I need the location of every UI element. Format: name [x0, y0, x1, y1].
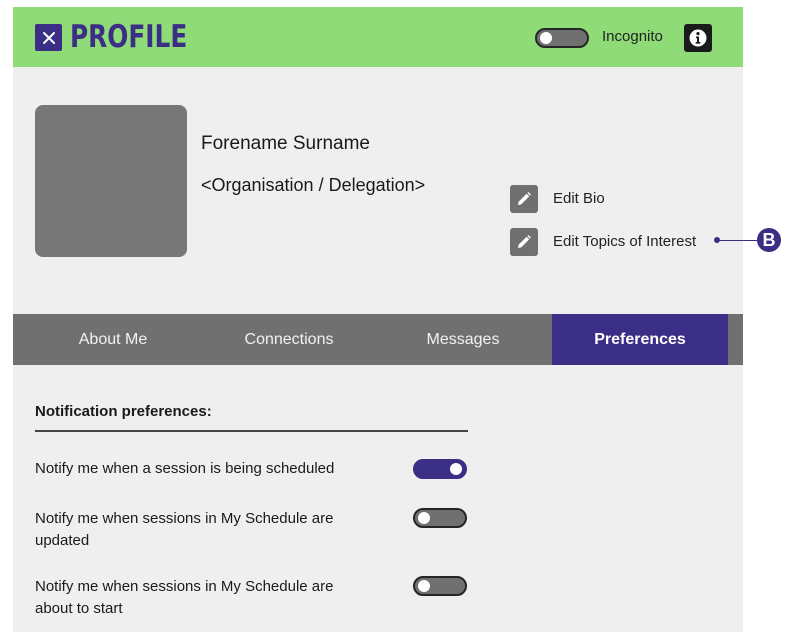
tab-preferences[interactable]: Preferences — [552, 314, 728, 365]
page-title: PROFILE — [70, 19, 188, 55]
profile-organisation: <Organisation / Delegation> — [201, 175, 426, 195]
tab-connections[interactable]: Connections — [189, 314, 389, 365]
incognito-label: Incognito — [602, 28, 663, 45]
pref-toggle-updated[interactable] — [413, 508, 467, 528]
pref-label-updated: Notify me when sessions in My Schedule a… — [35, 510, 334, 549]
profile-tabs: About Me Connections Messages Preference… — [13, 314, 743, 365]
avatar — [35, 105, 187, 257]
incognito-toggle[interactable] — [535, 28, 589, 48]
profile-header: PROFILE Incognito — [13, 7, 743, 67]
profile-panel: PROFILE Incognito Forename Surname <Orga… — [13, 7, 743, 632]
toggle-knob — [450, 463, 462, 475]
edit-topics-button[interactable] — [510, 228, 538, 256]
section-divider — [35, 430, 468, 432]
callout-badge: B — [757, 228, 781, 252]
pref-label-about-to-start: Notify me when sessions in My Schedule a… — [35, 578, 334, 617]
toggle-knob — [418, 580, 430, 592]
pref-toggle-scheduled[interactable] — [413, 459, 467, 479]
close-button[interactable] — [35, 24, 62, 51]
profile-name: Forename Surname — [201, 133, 370, 154]
pencil-icon — [518, 235, 531, 248]
info-button[interactable] — [684, 24, 712, 52]
edit-topics-link[interactable]: Edit Topics of Interest — [553, 233, 696, 250]
pref-toggle-about-to-start[interactable] — [413, 576, 467, 596]
tab-about-me[interactable]: About Me — [13, 314, 213, 365]
tab-messages[interactable]: Messages — [363, 314, 563, 365]
toggle-knob — [540, 32, 552, 44]
notification-preferences-heading: Notification preferences: — [35, 403, 212, 420]
pencil-icon — [518, 192, 531, 205]
info-icon — [689, 29, 707, 47]
close-icon — [42, 31, 55, 44]
pref-label-scheduled: Notify me when a session is being schedu… — [35, 460, 335, 477]
callout-line — [718, 240, 758, 241]
edit-bio-link[interactable]: Edit Bio — [553, 190, 605, 207]
toggle-knob — [418, 512, 430, 524]
edit-bio-button[interactable] — [510, 185, 538, 213]
